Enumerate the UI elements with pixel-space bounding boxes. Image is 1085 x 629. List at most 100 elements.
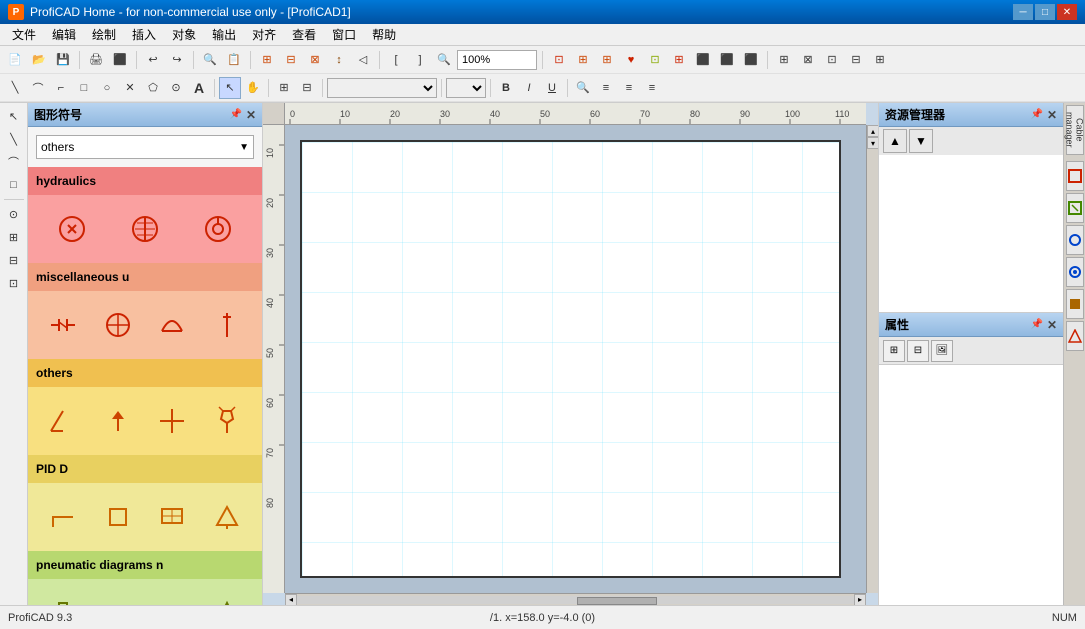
snap3[interactable]: ⊠ — [304, 49, 326, 71]
symbols-dropdown[interactable]: others ▼ — [36, 135, 254, 159]
sym-misc-1[interactable] — [43, 305, 83, 345]
sym-pid-1[interactable] — [43, 497, 83, 537]
symbols-close-icon[interactable]: ✕ — [246, 108, 256, 122]
poly2-tool[interactable]: ⬠ — [142, 77, 164, 99]
scroll-left-btn[interactable]: ◂ — [285, 594, 297, 606]
resource-close-icon[interactable]: ✕ — [1047, 108, 1057, 122]
far-icon-2[interactable] — [1066, 193, 1084, 223]
left-tb-2[interactable]: ╲ — [3, 128, 25, 150]
menu-view[interactable]: 查看 — [284, 24, 324, 45]
minimize-button[interactable]: ─ — [1013, 4, 1033, 20]
sym-others-2[interactable] — [98, 401, 138, 441]
bracket-close[interactable]: ] — [409, 49, 431, 71]
sym-pid-3[interactable] — [152, 497, 192, 537]
cat-others-header[interactable]: others — [28, 359, 262, 387]
symbols-pin-icon[interactable]: 📌 — [229, 109, 241, 120]
drawing-canvas[interactable] — [300, 140, 841, 578]
canvas-scroll[interactable] — [285, 125, 866, 593]
grid8[interactable]: ⬛ — [716, 49, 738, 71]
grid4[interactable]: ♥ — [620, 49, 642, 71]
redo-button[interactable]: ↪ — [166, 49, 188, 71]
maximize-button[interactable]: □ — [1035, 4, 1055, 20]
sym-pid-2[interactable] — [98, 497, 138, 537]
menu-draw[interactable]: 绘制 — [84, 24, 124, 45]
left-tb-1[interactable]: ↖ — [3, 105, 25, 127]
ellipse-tool[interactable]: ○ — [96, 77, 118, 99]
scrollbar-horizontal[interactable]: ◂ ▸ — [285, 593, 866, 605]
tb4[interactable]: 📋 — [223, 49, 245, 71]
left-tb-4[interactable]: □ — [3, 174, 25, 196]
open-button[interactable]: 📂 — [28, 49, 50, 71]
grid7[interactable]: ⬛ — [692, 49, 714, 71]
bold-button[interactable]: B — [495, 77, 517, 99]
sym-others-4[interactable] — [207, 401, 247, 441]
far-icon-5[interactable] — [1066, 289, 1084, 319]
cursor-tool[interactable]: ↖ — [219, 77, 241, 99]
resource-up-btn[interactable]: ▲ — [883, 129, 907, 153]
bracket-open[interactable]: [ — [385, 49, 407, 71]
font-size-selector[interactable] — [446, 78, 486, 98]
zoom-fit[interactable]: 🔍 — [572, 77, 594, 99]
menu-help[interactable]: 帮助 — [364, 24, 404, 45]
cat-pneumatic-header[interactable]: pneumatic diagrams n — [28, 551, 262, 579]
resource-pin-icon[interactable]: 📌 — [1030, 109, 1042, 120]
sym-pneumatic-1[interactable] — [43, 593, 83, 605]
sym-misc-3[interactable] — [152, 305, 192, 345]
menu-output[interactable]: 输出 — [204, 24, 244, 45]
snap2[interactable]: ⊟ — [280, 49, 302, 71]
left-tb-6[interactable]: ⊟ — [3, 249, 25, 271]
sym-hydraulics-2[interactable] — [125, 209, 165, 249]
menu-insert[interactable]: 插入 — [124, 24, 164, 45]
scrollbar-vertical[interactable]: ▴ ▾ — [866, 125, 878, 593]
align-center-btn[interactable]: ≡ — [618, 77, 640, 99]
new-button[interactable]: 📄 — [4, 49, 26, 71]
grid2[interactable]: ⊞ — [572, 49, 594, 71]
font-selector[interactable] — [327, 78, 437, 98]
rect-tool[interactable]: □ — [73, 77, 95, 99]
scroll-right-btn[interactable]: ▸ — [854, 594, 866, 606]
polyline-tool[interactable]: ⌐ — [50, 77, 72, 99]
align-right-btn[interactable]: ≡ — [641, 77, 663, 99]
sym-others-1[interactable] — [43, 401, 83, 441]
grid5[interactable]: ⊡ — [644, 49, 666, 71]
cat-hydraulics-header[interactable]: hydraulics — [28, 167, 262, 195]
tb-extra5[interactable]: ⊞ — [869, 49, 891, 71]
close-button[interactable]: ✕ — [1057, 4, 1077, 20]
comp-tool[interactable]: ⊟ — [296, 77, 318, 99]
sym-others-3[interactable] — [152, 401, 192, 441]
prop-btn-1[interactable]: ⊞ — [883, 340, 905, 362]
resource-down-btn[interactable]: ▼ — [909, 129, 933, 153]
save-button[interactable]: 💾 — [52, 49, 74, 71]
properties-close-icon[interactable]: ✕ — [1047, 318, 1057, 332]
align-left-btn[interactable]: ≡ — [595, 77, 617, 99]
tb3[interactable]: 🔍 — [199, 49, 221, 71]
grid1[interactable]: ⊡ — [548, 49, 570, 71]
underline-button[interactable]: U — [541, 77, 563, 99]
left-tb-7[interactable]: ⊡ — [3, 272, 25, 294]
symbols-list[interactable]: hydraulics — [28, 167, 262, 605]
snap4[interactable]: ↕ — [328, 49, 350, 71]
wire-tool[interactable]: ⊞ — [273, 77, 295, 99]
hand-tool[interactable]: ✋ — [242, 77, 264, 99]
menu-window[interactable]: 窗口 — [324, 24, 364, 45]
sym-pneumatic-3[interactable] — [152, 593, 192, 605]
sym-pneumatic-2[interactable] — [98, 593, 138, 605]
cable-manager-tab[interactable]: Cable manager — [1066, 105, 1084, 155]
cross-tool[interactable]: ✕ — [119, 77, 141, 99]
tb-extra4[interactable]: ⊟ — [845, 49, 867, 71]
left-tb-pin[interactable]: ⊙ — [3, 203, 25, 225]
undo-button[interactable]: ↩ — [142, 49, 164, 71]
tb-extra1[interactable]: ⊞ — [773, 49, 795, 71]
zoom-input[interactable]: 100% — [457, 50, 537, 70]
far-icon-4[interactable] — [1066, 257, 1084, 287]
scroll-down-btn[interactable]: ▾ — [867, 137, 878, 149]
sym-misc-2[interactable] — [98, 305, 138, 345]
cat-pid-header[interactable]: PID D — [28, 455, 262, 483]
arc-tool[interactable]: ⌒ — [27, 77, 49, 99]
far-icon-6[interactable] — [1066, 321, 1084, 351]
fill-tool[interactable]: ⊙ — [165, 77, 187, 99]
grid6[interactable]: ⊞ — [668, 49, 690, 71]
print2-button[interactable]: ⬛ — [109, 49, 131, 71]
text-tool[interactable]: A — [188, 77, 210, 99]
sym-hydraulics-3[interactable] — [198, 209, 238, 249]
